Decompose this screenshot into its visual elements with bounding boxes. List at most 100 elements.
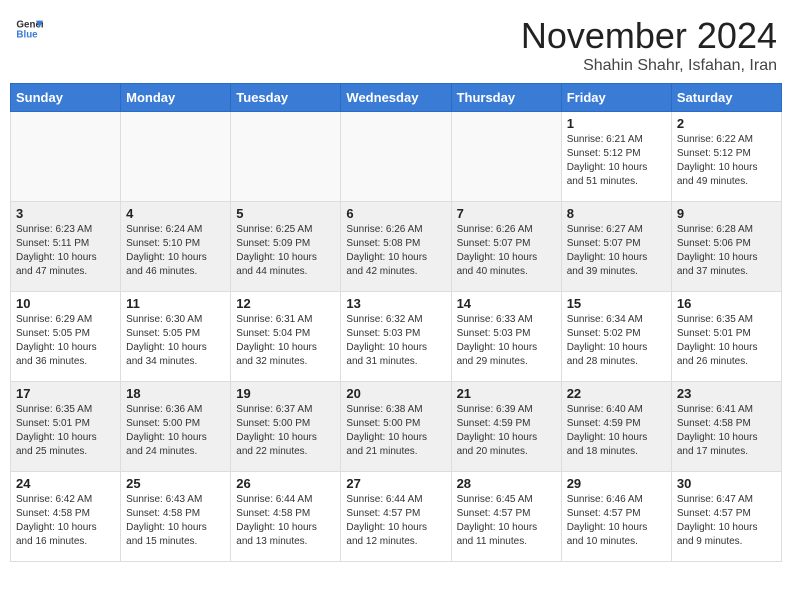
logo: General Blue	[15, 15, 43, 43]
svg-text:Blue: Blue	[16, 29, 38, 40]
day-cell-25: 25 Sunrise: 6:43 AMSunset: 4:58 PMDayligh…	[121, 472, 231, 562]
day-cell-16: 16Sunrise: 6:35 AMSunset: 5:01 PMDayligh…	[671, 292, 781, 382]
day-number: 10	[16, 296, 115, 311]
day-cell-22: 22Sunrise: 6:40 AMSunset: 4:59 PMDayligh…	[561, 382, 671, 472]
day-number: 30	[677, 476, 776, 491]
day-number: 14	[457, 296, 556, 311]
day-info: Sunrise: 6:35 AMSunset: 5:01 PMDaylight:…	[16, 403, 115, 459]
location-subtitle: Shahin Shahr, Isfahan, Iran	[521, 57, 777, 75]
day-header-saturday: Saturday	[671, 84, 781, 112]
day-cell-15: 15Sunrise: 6:34 AMSunset: 5:02 PMDayligh…	[561, 292, 671, 382]
day-cell-2: 2 Sunrise: 6:22 AMSunset: 5:12 PMDaylight…	[671, 112, 781, 202]
week-row-1: 1Sunrise: 6:21 AMSunset: 5:12 PMDaylight…	[11, 112, 782, 202]
day-info: Sunrise: 6:46 AMSunset: 4:57 PMDaylight:…	[567, 493, 666, 549]
day-info: Sunrise: 6:44 AMSunset: 4:57 PMDaylight:…	[346, 493, 445, 549]
logo-icon: General Blue	[15, 15, 43, 43]
day-number: 25	[126, 476, 225, 491]
day-number: 18	[126, 386, 225, 401]
day-number: 26	[236, 476, 335, 491]
day-info: Sunrise: 6:42 AMSunset: 4:58 PMDaylight:…	[16, 493, 115, 549]
day-cell-30: 30 Sunrise: 6:47 AMSunset: 4:57 PMDayligh…	[671, 472, 781, 562]
day-info: Sunrise: 6:29 AMSunset: 5:05 PMDaylight:…	[16, 313, 115, 369]
day-cell-6: 6 Sunrise: 6:26 AMSunset: 5:08 PMDaylight…	[341, 202, 451, 292]
day-number: 8	[567, 206, 666, 221]
day-number: 19	[236, 386, 335, 401]
day-info: Sunrise: 6:36 AMSunset: 5:00 PMDaylight:…	[126, 403, 225, 459]
day-number: 27	[346, 476, 445, 491]
week-row-4: 17 Sunrise: 6:35 AMSunset: 5:01 PMDayligh…	[11, 382, 782, 472]
day-number: 24	[16, 476, 115, 491]
day-number: 20	[346, 386, 445, 401]
day-cell-7: 7Sunrise: 6:26 AMSunset: 5:07 PMDaylight…	[451, 202, 561, 292]
day-cell-4: 4 Sunrise: 6:24 AMSunset: 5:10 PMDaylight…	[121, 202, 231, 292]
day-header-tuesday: Tuesday	[231, 84, 341, 112]
day-info: Sunrise: 6:24 AMSunset: 5:10 PMDaylight:…	[126, 223, 225, 279]
day-info: Sunrise: 6:44 AMSunset: 4:58 PMDaylight:…	[236, 493, 335, 549]
day-number: 6	[346, 206, 445, 221]
day-cell-28: 28 Sunrise: 6:45 AMSunset: 4:57 PMDayligh…	[451, 472, 561, 562]
day-number: 28	[457, 476, 556, 491]
day-number: 4	[126, 206, 225, 221]
day-cell-20: 20 Sunrise: 6:38 AMSunset: 5:00 PMDayligh…	[341, 382, 451, 472]
day-header-monday: Monday	[121, 84, 231, 112]
day-cell-23: 23 Sunrise: 6:41 AMSunset: 4:58 PMDayligh…	[671, 382, 781, 472]
day-info: Sunrise: 6:28 AMSunset: 5:06 PMDaylight:…	[677, 223, 776, 279]
day-number: 17	[16, 386, 115, 401]
calendar-table: SundayMondayTuesdayWednesdayThursdayFrid…	[10, 83, 782, 562]
day-cell-17: 17 Sunrise: 6:35 AMSunset: 5:01 PMDayligh…	[11, 382, 121, 472]
day-info: Sunrise: 6:26 AMSunset: 5:08 PMDaylight:…	[346, 223, 445, 279]
day-cell-8: 8 Sunrise: 6:27 AMSunset: 5:07 PMDaylight…	[561, 202, 671, 292]
day-header-friday: Friday	[561, 84, 671, 112]
day-cell-12: 12 Sunrise: 6:31 AMSunset: 5:04 PMDayligh…	[231, 292, 341, 382]
day-info: Sunrise: 6:34 AMSunset: 5:02 PMDaylight:…	[567, 313, 666, 369]
day-cell-21: 21 Sunrise: 6:39 AMSunset: 4:59 PMDayligh…	[451, 382, 561, 472]
day-info: Sunrise: 6:27 AMSunset: 5:07 PMDaylight:…	[567, 223, 666, 279]
day-info: Sunrise: 6:31 AMSunset: 5:04 PMDaylight:…	[236, 313, 335, 369]
day-cell-11: 11 Sunrise: 6:30 AMSunset: 5:05 PMDayligh…	[121, 292, 231, 382]
day-cell-empty-4	[451, 112, 561, 202]
day-cell-1: 1Sunrise: 6:21 AMSunset: 5:12 PMDaylight…	[561, 112, 671, 202]
day-number: 21	[457, 386, 556, 401]
day-cell-empty-2	[231, 112, 341, 202]
day-info: Sunrise: 6:40 AMSunset: 4:59 PMDaylight:…	[567, 403, 666, 459]
day-number: 2	[677, 116, 776, 131]
day-info: Sunrise: 6:45 AMSunset: 4:57 PMDaylight:…	[457, 493, 556, 549]
day-number: 29	[567, 476, 666, 491]
day-number: 11	[126, 296, 225, 311]
day-number: 3	[16, 206, 115, 221]
day-number: 23	[677, 386, 776, 401]
day-info: Sunrise: 6:25 AMSunset: 5:09 PMDaylight:…	[236, 223, 335, 279]
day-cell-13: 13 Sunrise: 6:32 AMSunset: 5:03 PMDayligh…	[341, 292, 451, 382]
day-cell-27: 27 Sunrise: 6:44 AMSunset: 4:57 PMDayligh…	[341, 472, 451, 562]
day-number: 7	[457, 206, 556, 221]
title-area: November 2024 Shahin Shahr, Isfahan, Ira…	[521, 15, 777, 75]
day-number: 13	[346, 296, 445, 311]
day-info: Sunrise: 6:39 AMSunset: 4:59 PMDaylight:…	[457, 403, 556, 459]
day-number: 9	[677, 206, 776, 221]
day-cell-29: 29 Sunrise: 6:46 AMSunset: 4:57 PMDayligh…	[561, 472, 671, 562]
day-cell-empty-1	[121, 112, 231, 202]
day-number: 12	[236, 296, 335, 311]
week-row-2: 3 Sunrise: 6:23 AMSunset: 5:11 PMDaylight…	[11, 202, 782, 292]
day-cell-empty-3	[341, 112, 451, 202]
day-info: Sunrise: 6:30 AMSunset: 5:05 PMDaylight:…	[126, 313, 225, 369]
day-number: 16	[677, 296, 776, 311]
day-header-sunday: Sunday	[11, 84, 121, 112]
day-info: Sunrise: 6:21 AMSunset: 5:12 PMDaylight:…	[567, 133, 666, 189]
day-info: Sunrise: 6:22 AMSunset: 5:12 PMDaylight:…	[677, 133, 776, 189]
day-info: Sunrise: 6:32 AMSunset: 5:03 PMDaylight:…	[346, 313, 445, 369]
day-info: Sunrise: 6:38 AMSunset: 5:00 PMDaylight:…	[346, 403, 445, 459]
day-info: Sunrise: 6:47 AMSunset: 4:57 PMDaylight:…	[677, 493, 776, 549]
header: General Blue November 2024 Shahin Shahr,…	[10, 10, 782, 75]
week-row-5: 24 Sunrise: 6:42 AMSunset: 4:58 PMDayligh…	[11, 472, 782, 562]
day-info: Sunrise: 6:33 AMSunset: 5:03 PMDaylight:…	[457, 313, 556, 369]
day-cell-10: 10 Sunrise: 6:29 AMSunset: 5:05 PMDayligh…	[11, 292, 121, 382]
day-cell-9: 9 Sunrise: 6:28 AMSunset: 5:06 PMDaylight…	[671, 202, 781, 292]
day-info: Sunrise: 6:43 AMSunset: 4:58 PMDaylight:…	[126, 493, 225, 549]
day-cell-empty-0	[11, 112, 121, 202]
day-info: Sunrise: 6:23 AMSunset: 5:11 PMDaylight:…	[16, 223, 115, 279]
day-info: Sunrise: 6:41 AMSunset: 4:58 PMDaylight:…	[677, 403, 776, 459]
day-cell-26: 26 Sunrise: 6:44 AMSunset: 4:58 PMDayligh…	[231, 472, 341, 562]
day-info: Sunrise: 6:37 AMSunset: 5:00 PMDaylight:…	[236, 403, 335, 459]
day-cell-24: 24 Sunrise: 6:42 AMSunset: 4:58 PMDayligh…	[11, 472, 121, 562]
